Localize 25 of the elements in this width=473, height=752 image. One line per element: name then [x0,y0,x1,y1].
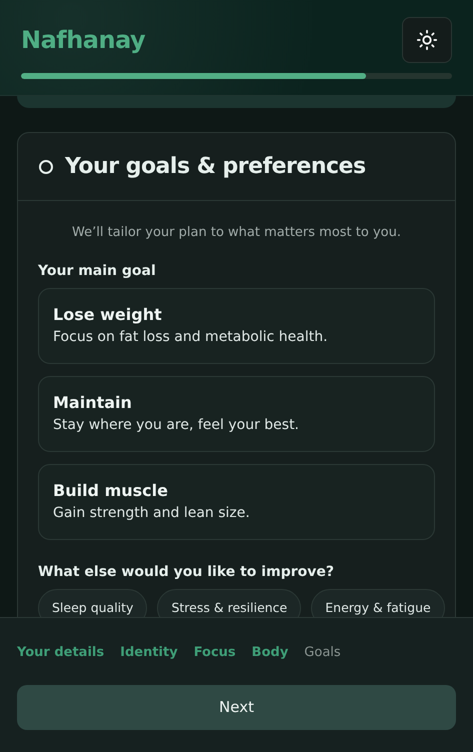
improve-label: What else would you like to improve? [38,562,335,582]
step-link[interactable]: Identity [120,643,178,662]
intro-text: We’ll tailor your plan to what matters most to you. [70,224,402,242]
goal-title: Build muscle [53,480,169,502]
sun-icon [416,29,438,51]
step-link[interactable]: Focus [194,643,236,662]
step-link[interactable]: Goals [304,643,341,662]
section-title: Your goals & preferences [65,153,366,181]
improve-chip[interactable]: Energy & fatigue [311,588,445,617]
goal-description: Focus on fat loss and metabolic health. [53,328,329,347]
goal-option[interactable]: Lose weight Focus on fat loss and metabolic health. [38,288,435,364]
main-goal-label: Your main goal [38,262,157,280]
app-title: Nafhanay [21,25,146,56]
goal-description: Gain strength and lean size. [53,504,251,523]
next-button[interactable]: Next [17,684,456,730]
theme-toggle-button[interactable] [402,17,452,63]
goal-title: Maintain [53,392,133,414]
goal-option[interactable]: Build muscle Gain strength and lean size. [38,464,435,540]
goal-description: Stay where you are, feel your best. [53,416,300,435]
improve-chip[interactable]: Stress & resilience [157,588,302,617]
goal-option[interactable]: Maintain Stay where you are, feel your best. [38,376,435,452]
step-link[interactable]: Body [252,643,288,662]
goal-title: Lose weight [53,304,163,326]
improve-chip[interactable]: Sleep quality [38,588,148,617]
step-link[interactable]: Your details [17,643,104,662]
